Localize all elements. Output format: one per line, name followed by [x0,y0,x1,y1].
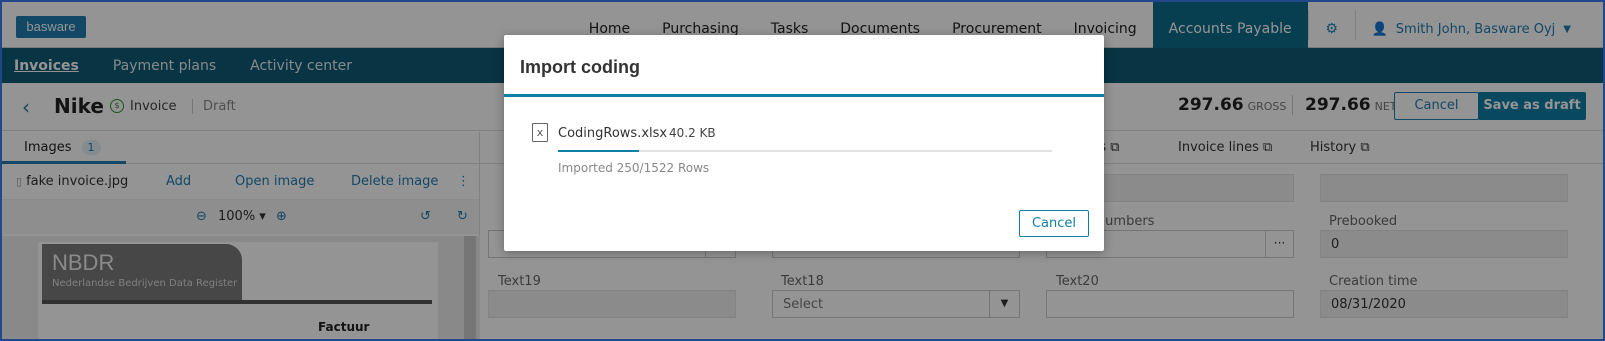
dialog-title-rule [504,94,1104,97]
import-progress-bar [558,150,1052,152]
import-file-size: 40.2 KB [669,126,716,140]
import-file-name: CodingRows.xlsx [558,126,668,141]
import-progress-text: Imported 250/1522 Rows [558,161,710,175]
import-progress-fill [558,150,640,152]
dialog-title: Import coding [520,57,640,77]
import-coding-dialog: Import coding x CodingRows.xlsx 40.2 KB … [504,35,1104,251]
app-window: basware Home Purchasing Tasks Documents … [0,0,1605,341]
dialog-cancel-button[interactable]: Cancel [1019,210,1089,237]
excel-file-icon: x [532,123,548,142]
